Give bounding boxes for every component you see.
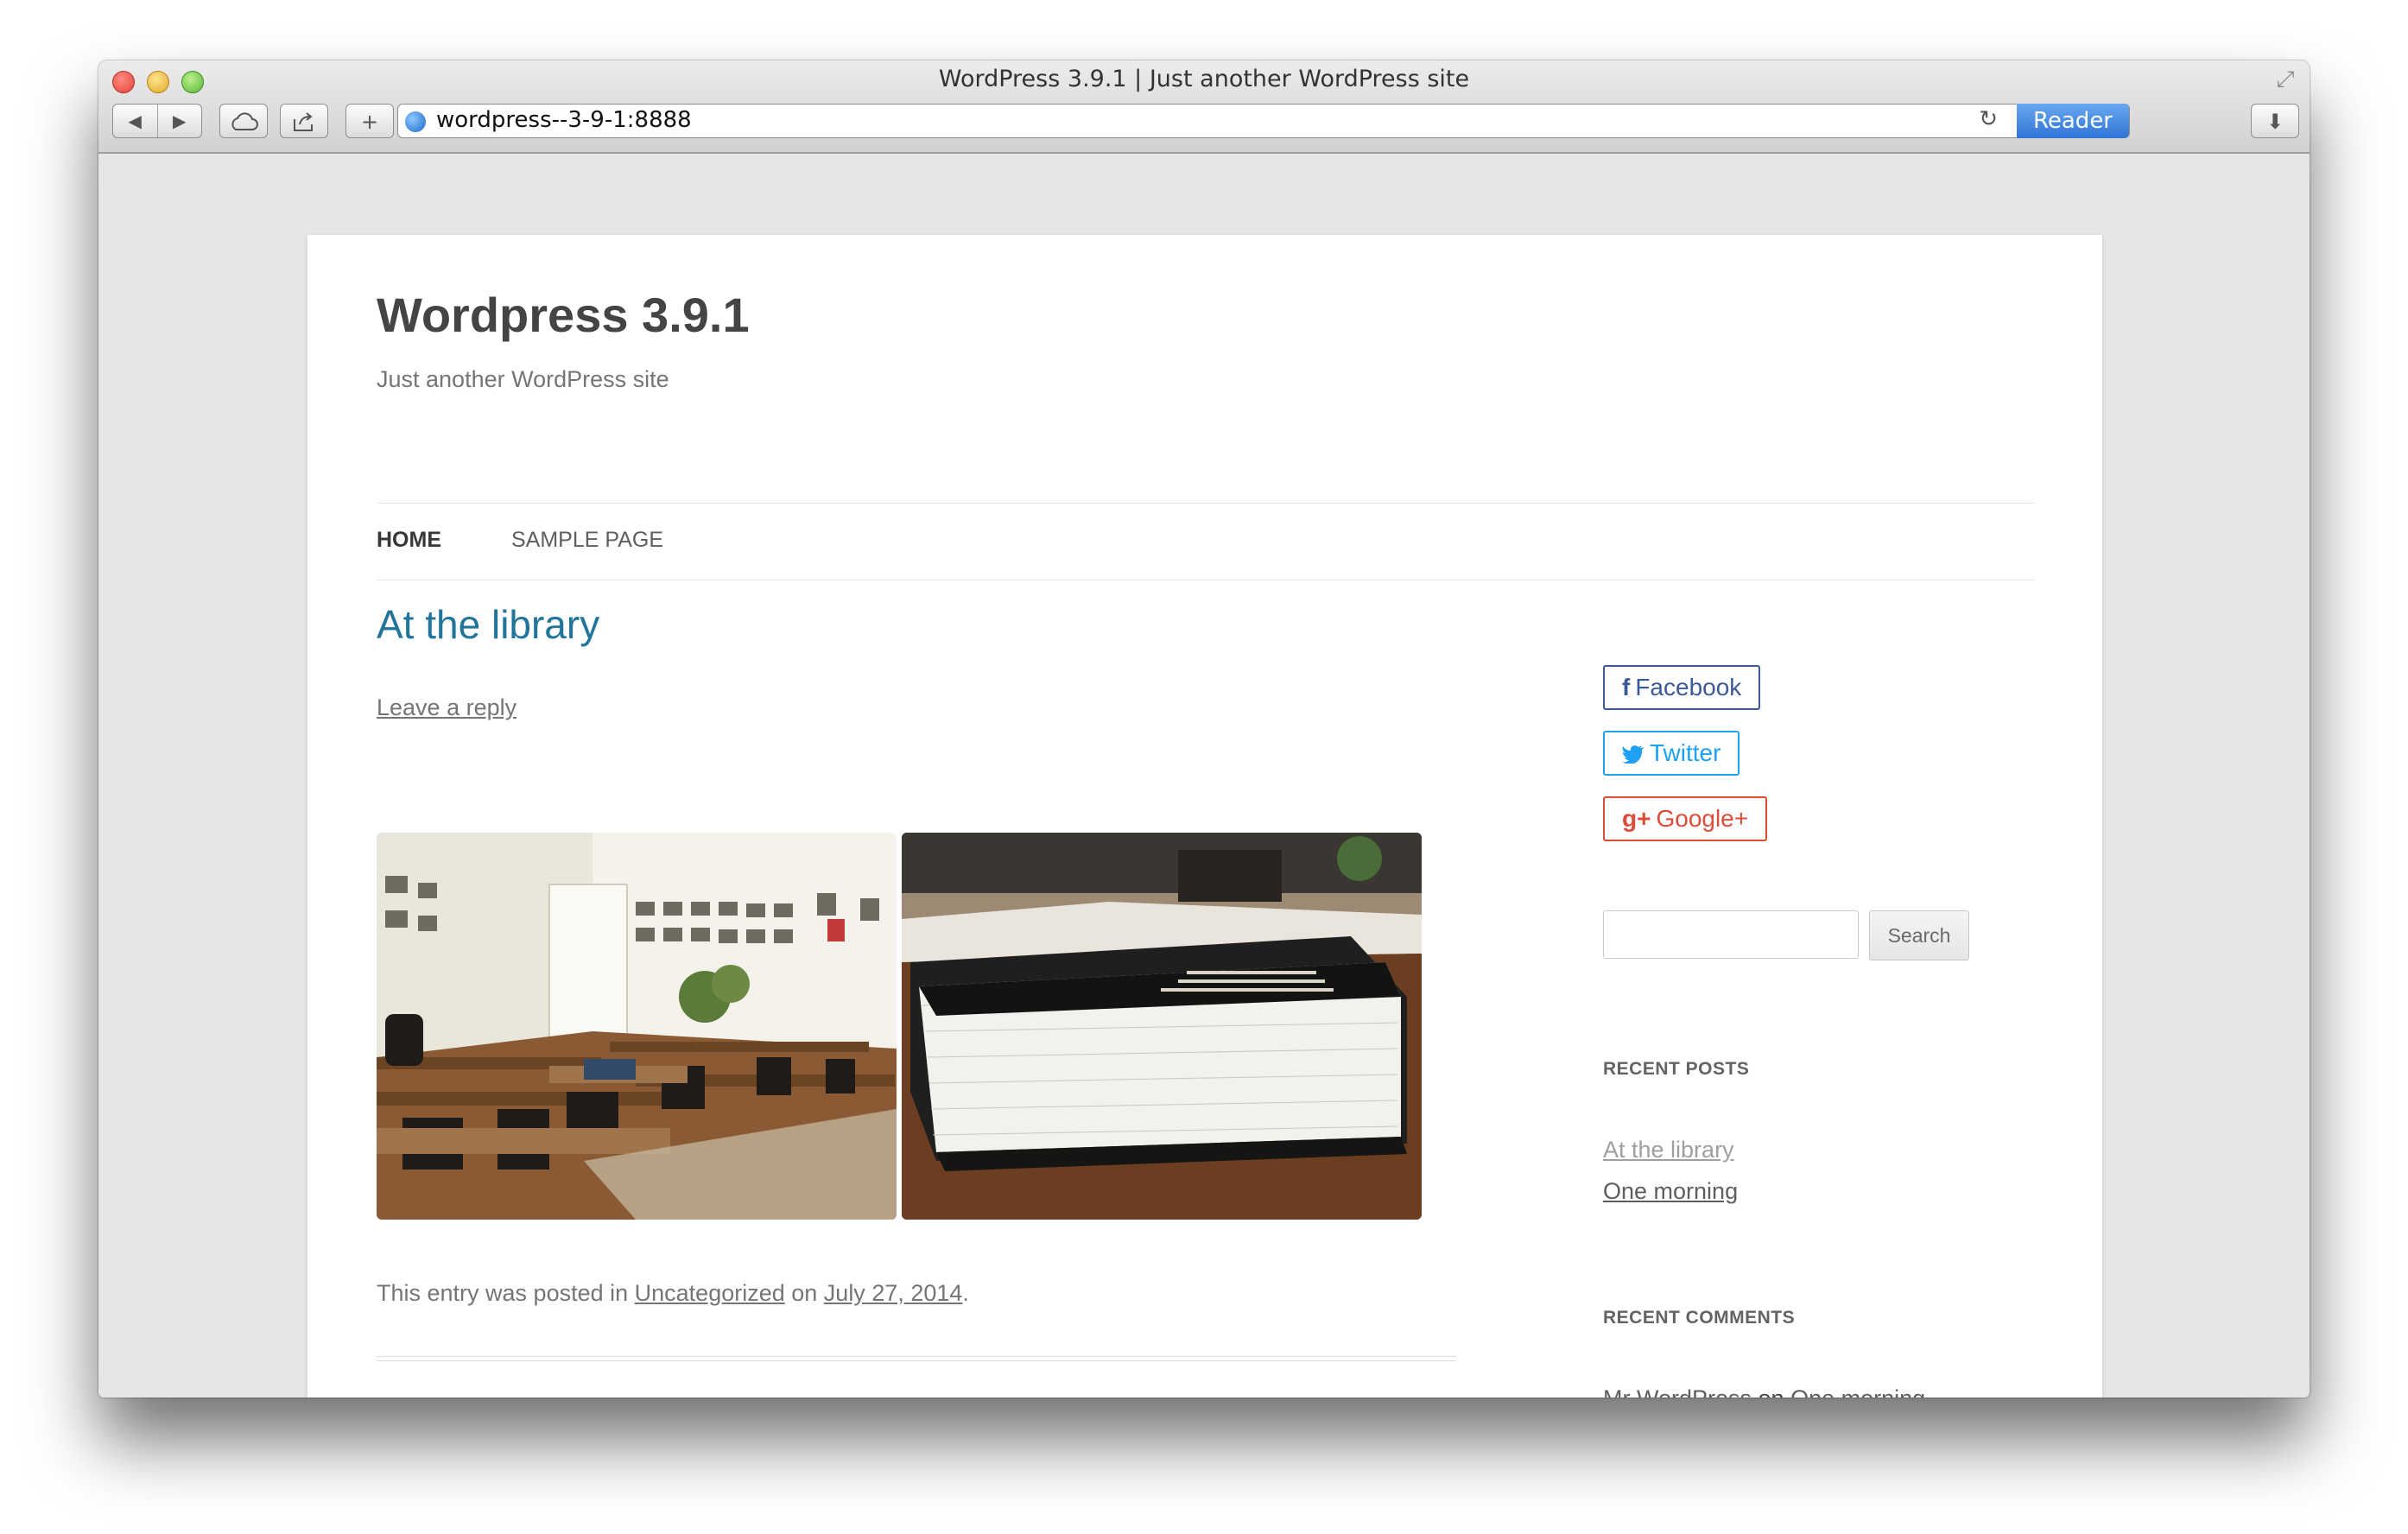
recent-posts-heading: RECENT POSTS [1603, 1059, 1750, 1079]
facebook-icon: f [1622, 674, 1631, 700]
leave-reply-link[interactable]: Leave a reply [377, 694, 516, 721]
category-link[interactable]: Uncategorized [635, 1280, 785, 1306]
facebook-share-button[interactable]: f Facebook [1603, 665, 1761, 710]
post-title[interactable]: At the library [377, 601, 599, 648]
share-button[interactable] [280, 104, 328, 138]
comment-on-text: on [1752, 1385, 1790, 1398]
site-description: Just another WordPress site [377, 366, 669, 392]
twitter-share-button[interactable]: Twitter [1603, 731, 1740, 776]
search-input[interactable] [1603, 910, 1859, 959]
window-title: WordPress 3.9.1 | Just another WordPress… [938, 66, 1470, 92]
url-text[interactable]: wordpress--3-9-1:8888 [436, 107, 692, 133]
main-navigation: HOME SAMPLE PAGE [377, 503, 2035, 580]
new-tab-button[interactable]: + [345, 104, 394, 138]
cloud-icon [231, 112, 258, 130]
back-forward-buttons: ◀ ▶ [112, 104, 202, 138]
book-on-table-photo[interactable] [902, 833, 1422, 1220]
search-button[interactable]: Search [1869, 910, 1969, 960]
nav-item-sample-page[interactable]: SAMPLE PAGE [511, 528, 663, 553]
entry-meta-on: on [784, 1280, 824, 1306]
back-icon[interactable]: ◀ [113, 105, 158, 137]
entry-meta-prefix: This entry was posted in [377, 1280, 635, 1306]
post-separator [377, 1356, 1456, 1361]
comment-post-link[interactable]: One morning [1790, 1385, 1925, 1398]
nav-item-home[interactable]: HOME [377, 528, 441, 553]
twitter-label: Twitter [1650, 739, 1721, 766]
twitter-icon [1622, 745, 1644, 764]
fullscreen-icon[interactable]: ⤢ [2273, 67, 2297, 92]
address-bar[interactable]: wordpress--3-9-1:8888 ↻ Reader [397, 104, 2130, 138]
classroom-image [377, 833, 897, 1220]
forward-icon[interactable]: ▶ [158, 105, 202, 137]
entry-meta-suffix: . [962, 1280, 969, 1306]
reload-icon[interactable]: ↻ [1979, 106, 1998, 132]
browser-window: WordPress 3.9.1 | Just another WordPress… [98, 60, 2310, 1398]
icloud-tabs-button[interactable] [219, 104, 268, 138]
google-plus-share-button[interactable]: g+ Google+ [1603, 796, 1768, 841]
share-icon [294, 112, 313, 131]
recent-comments-heading: RECENT COMMENTS [1603, 1308, 1796, 1328]
library-room-photo[interactable] [377, 833, 897, 1220]
browser-toolbar: WordPress 3.9.1 | Just another WordPress… [98, 60, 2310, 154]
book-image [902, 833, 1422, 1220]
recent-post-link[interactable]: One morning [1603, 1178, 1738, 1205]
entry-meta: This entry was posted in Uncategorized o… [377, 1280, 969, 1307]
recent-post-link[interactable]: At the library [1603, 1137, 1734, 1163]
comment-author-link[interactable]: Mr WordPress [1603, 1385, 1752, 1398]
facebook-label: Facebook [1635, 674, 1742, 700]
google-plus-icon: g+ [1622, 805, 1651, 832]
site-title[interactable]: Wordpress 3.9.1 [377, 287, 750, 343]
wordpress-page: Wordpress 3.9.1 Just another WordPress s… [307, 235, 2102, 1398]
date-link[interactable]: July 27, 2014 [824, 1280, 963, 1306]
globe-icon [405, 111, 426, 132]
reader-button[interactable]: Reader [2017, 104, 2129, 138]
google-plus-label: Google+ [1656, 805, 1749, 832]
download-icon: ⬇ [2265, 110, 2284, 134]
downloads-button[interactable]: ⬇ [2251, 104, 2299, 138]
recent-comment-item: Mr WordPress on One morning [1603, 1385, 1925, 1398]
